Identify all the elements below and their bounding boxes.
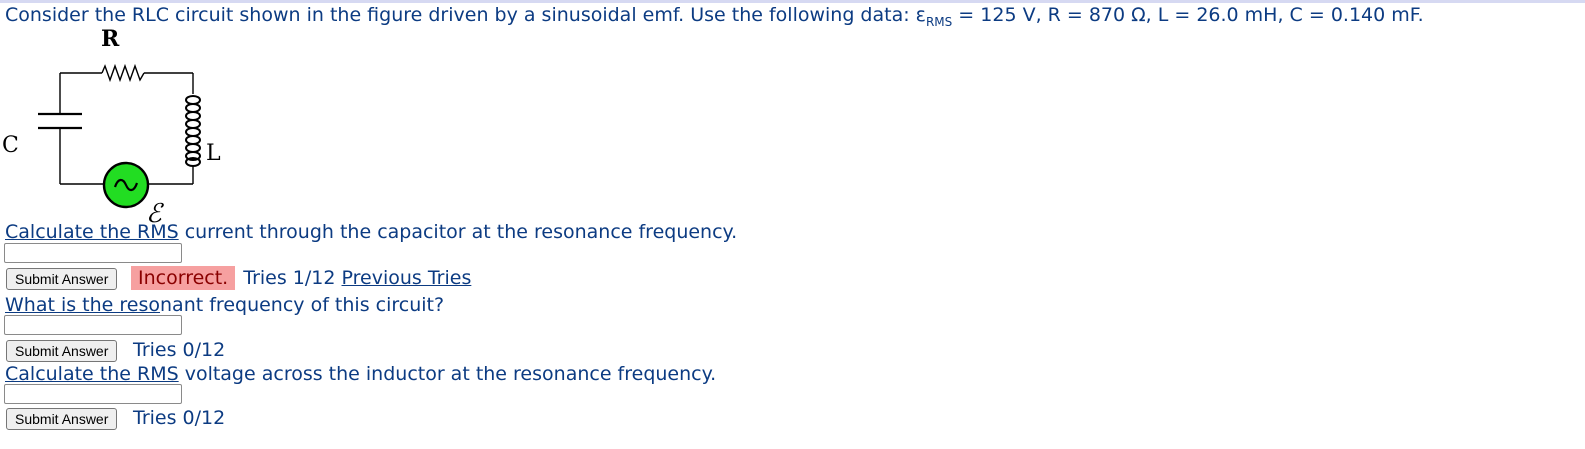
q3-tries: Tries 0/12 — [133, 407, 226, 429]
q1-post: current through the capacitor at the res… — [178, 221, 738, 243]
q2-submit-button[interactable]: Submit Answer — [6, 340, 118, 362]
q2-answer-input[interactable] — [4, 315, 182, 335]
statement-prefix: Consider the RLC circuit shown in the fi… — [5, 4, 926, 26]
q3-link[interactable]: Calculate the RMS — [5, 363, 179, 385]
q1-pre: Calculate the — [5, 221, 137, 243]
statement-subscript: RMS — [925, 15, 953, 29]
q1-answer-input[interactable] — [4, 243, 182, 263]
resistor-label: R — [101, 26, 120, 52]
rms-link[interactable]: RMS — [137, 221, 179, 243]
q3-post: voltage across the inductor at the reson… — [178, 363, 717, 385]
q1-submit-button[interactable]: Submit Answer — [6, 268, 118, 290]
q1-feedback: Incorrect. Tries 1/12 Previous Tries — [131, 266, 472, 290]
q2-post: nant frequency of this circuit? — [160, 294, 445, 316]
question-1-text: Calculate the RMS current through the ca… — [5, 221, 737, 243]
q3-submit-button[interactable]: Submit Answer — [6, 408, 118, 430]
previous-tries-link[interactable]: Previous Tries — [342, 267, 472, 289]
resistor-symbol — [101, 63, 145, 83]
statement-suffix: = 125 V, R = 870 Ω, L = 26.0 mH, C = 0.1… — [952, 4, 1424, 26]
q2-tries: Tries 0/12 — [133, 339, 226, 361]
q3-answer-input[interactable] — [4, 384, 182, 404]
question-2-text: What is the resonant frequency of this c… — [5, 294, 444, 316]
rlc-circuit-figure: R C L ℰ — [2, 26, 221, 224]
question-3-text: Calculate the RMS voltage across the ind… — [5, 363, 716, 385]
inductor-symbol — [185, 95, 201, 167]
incorrect-badge: Incorrect. — [131, 266, 236, 290]
q1-tries: Tries 1/12 — [243, 267, 336, 289]
top-border — [0, 0, 1585, 3]
inductor-label: L — [206, 141, 221, 166]
q2-link[interactable]: What is the reso — [5, 294, 160, 316]
capacitor-label: C — [2, 133, 19, 158]
